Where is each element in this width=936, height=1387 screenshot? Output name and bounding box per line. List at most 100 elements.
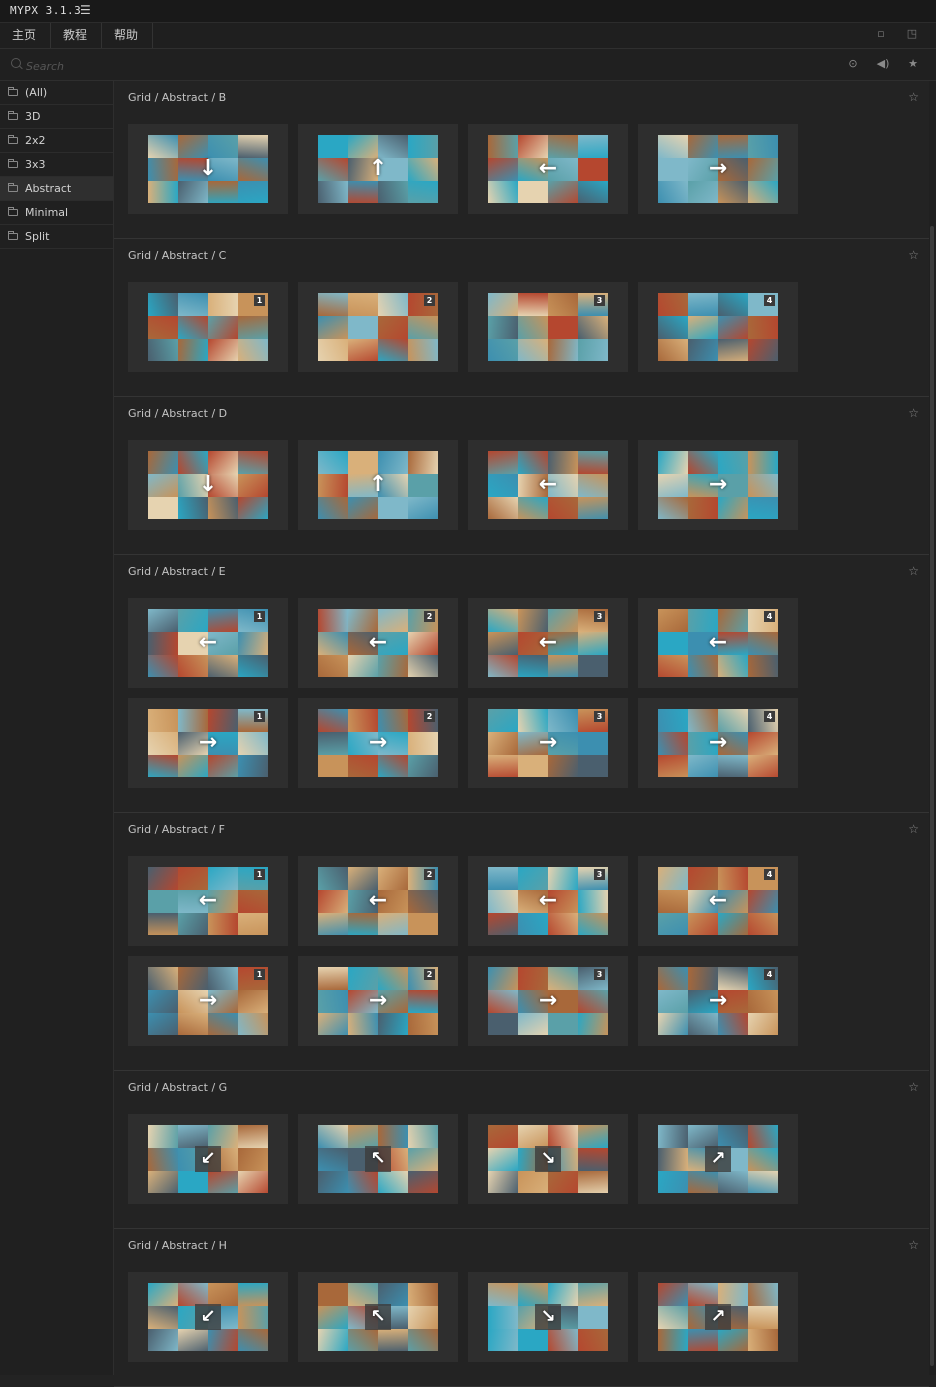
- preset-card[interactable]: ↗: [638, 1114, 798, 1204]
- scroll-thumb[interactable]: [930, 226, 934, 1366]
- collage-tile: [658, 913, 688, 935]
- sidebar-item-3d[interactable]: 3D: [0, 105, 113, 129]
- preset-card[interactable]: ↘: [468, 1114, 628, 1204]
- collage-tile: [348, 1013, 378, 1035]
- menu-item-help[interactable]: 帮助: [102, 23, 153, 48]
- sidebar-item-split[interactable]: Split: [0, 225, 113, 249]
- menu-item-home[interactable]: 主页: [0, 23, 51, 48]
- collage-tile: [348, 339, 378, 361]
- collage-tile: [718, 181, 748, 203]
- collage-tile: [148, 890, 178, 913]
- preset-card[interactable]: ← 1: [128, 856, 288, 946]
- favorite-star-icon[interactable]: ☆: [908, 90, 919, 104]
- collage-tile: [748, 1306, 778, 1329]
- sidebar-item-2x2[interactable]: 2x2: [0, 129, 113, 153]
- preset-card[interactable]: → 2: [298, 698, 458, 788]
- preset-card[interactable]: ↖: [298, 1272, 458, 1362]
- sidebar-item-3x3[interactable]: 3x3: [0, 153, 113, 177]
- collage-tile: [578, 1283, 608, 1306]
- sidebar-item-minimal[interactable]: Minimal: [0, 201, 113, 225]
- preset-card[interactable]: → 4: [638, 698, 798, 788]
- preset-card[interactable]: ↓: [128, 124, 288, 214]
- favorite-star-icon[interactable]: ☆: [908, 1238, 919, 1252]
- restore-window-icon[interactable]: ▫: [875, 28, 887, 40]
- hamburger-icon[interactable]: ☰: [80, 3, 91, 17]
- preset-card[interactable]: ← 4: [638, 856, 798, 946]
- preset-card[interactable]: 3: [468, 282, 628, 372]
- collage-tile: [748, 632, 778, 655]
- scrollbar[interactable]: [929, 81, 936, 1375]
- collage-tile: [208, 1283, 238, 1306]
- preset-card[interactable]: ← 1: [128, 598, 288, 688]
- preset-card[interactable]: 1: [128, 282, 288, 372]
- preset-card[interactable]: →: [638, 124, 798, 214]
- preset-card[interactable]: ← 2: [298, 856, 458, 946]
- direction-arrow-icon: ↗: [705, 1146, 731, 1172]
- collage-tile: [688, 339, 718, 361]
- collage-tile: [658, 474, 688, 497]
- preset-thumbnail: 2: [318, 293, 438, 361]
- preset-card[interactable]: → 1: [128, 698, 288, 788]
- favorite-star-icon[interactable]: ☆: [908, 406, 919, 420]
- collage-tile: [148, 913, 178, 935]
- collage-tile: [208, 1125, 238, 1148]
- speaker-icon[interactable]: ◀): [876, 57, 890, 71]
- collage-tile: [718, 913, 748, 935]
- preset-card[interactable]: ←: [468, 440, 628, 530]
- collage-tile: [748, 1171, 778, 1193]
- collage-tile: [718, 316, 748, 339]
- collage-tile: [208, 913, 238, 935]
- preset-card[interactable]: 4: [638, 282, 798, 372]
- collage-tile: [148, 990, 178, 1013]
- collage-tile: [408, 1148, 438, 1171]
- preset-card[interactable]: ← 2: [298, 598, 458, 688]
- sidebar-item-all[interactable]: (All): [0, 81, 113, 105]
- collage-tile: [178, 1171, 208, 1193]
- preset-card[interactable]: → 3: [468, 956, 628, 1046]
- preset-card[interactable]: ↙: [128, 1272, 288, 1362]
- preset-card[interactable]: ↖: [298, 1114, 458, 1204]
- collage-tile: [318, 339, 348, 361]
- search-input[interactable]: [24, 55, 428, 77]
- collage-tile: [658, 709, 688, 732]
- collage-tile: [238, 1125, 268, 1148]
- preset-card[interactable]: ← 4: [638, 598, 798, 688]
- preset-section: Grid / Abstract / H ☆ ↙ ↖ ↘ ↗: [114, 1229, 929, 1387]
- collage-tile: [378, 655, 408, 677]
- preset-card[interactable]: ← 3: [468, 856, 628, 946]
- preset-card[interactable]: ←: [468, 124, 628, 214]
- preset-card[interactable]: →: [638, 440, 798, 530]
- preset-card[interactable]: ↙: [128, 1114, 288, 1204]
- collage-tile: [408, 1013, 438, 1035]
- preset-card[interactable]: → 4: [638, 956, 798, 1046]
- collage-tile: [318, 293, 348, 316]
- preset-card[interactable]: ↓: [128, 440, 288, 530]
- play-icon[interactable]: ⊙: [846, 57, 860, 71]
- favorite-star-icon[interactable]: ☆: [908, 822, 919, 836]
- direction-arrow-icon: ↙: [195, 1146, 221, 1172]
- star-icon[interactable]: ★: [906, 57, 920, 71]
- preset-card[interactable]: ← 3: [468, 598, 628, 688]
- preset-card[interactable]: ↗: [638, 1272, 798, 1362]
- collage-tile: [318, 655, 348, 677]
- preset-card[interactable]: → 1: [128, 956, 288, 1046]
- collage-tile: [578, 655, 608, 677]
- favorite-star-icon[interactable]: ☆: [908, 564, 919, 578]
- preset-card[interactable]: 2: [298, 282, 458, 372]
- collage-tile: [238, 339, 268, 361]
- preset-card[interactable]: → 2: [298, 956, 458, 1046]
- title-bar: MYPX 3.1.3 ☰: [0, 0, 936, 23]
- preset-card[interactable]: ↑: [298, 124, 458, 214]
- preset-card[interactable]: → 3: [468, 698, 628, 788]
- collage-tile: [238, 135, 268, 158]
- collage-tile: [548, 1283, 578, 1306]
- collage-tile: [148, 181, 178, 203]
- variant-number-badge: 2: [424, 611, 435, 622]
- menu-item-tutorials[interactable]: 教程: [51, 23, 102, 48]
- favorite-star-icon[interactable]: ☆: [908, 248, 919, 262]
- sidebar-item-abstract[interactable]: Abstract: [0, 177, 113, 201]
- preset-card[interactable]: ↑: [298, 440, 458, 530]
- popout-icon[interactable]: ◳: [906, 28, 918, 40]
- preset-card[interactable]: ↘: [468, 1272, 628, 1362]
- favorite-star-icon[interactable]: ☆: [908, 1080, 919, 1094]
